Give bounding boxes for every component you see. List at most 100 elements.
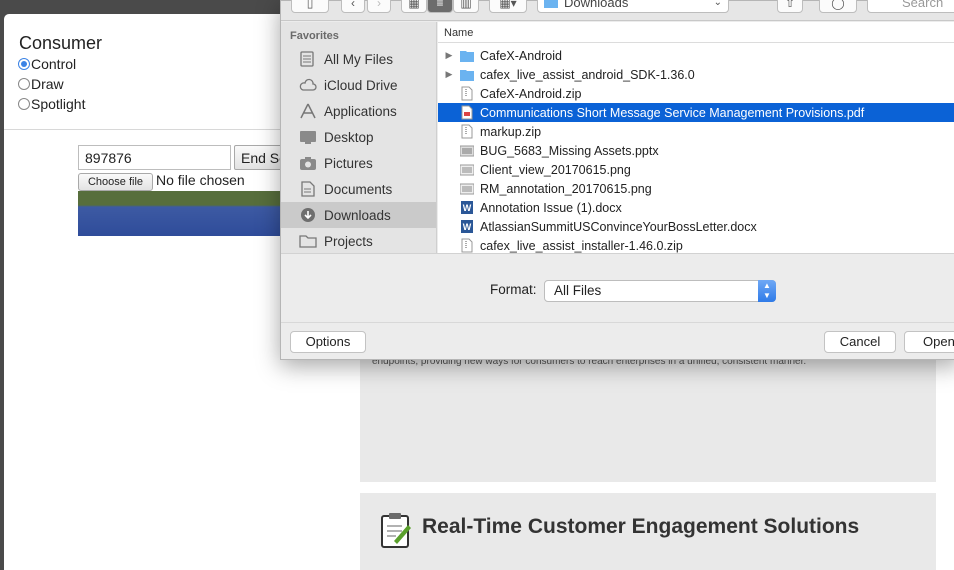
format-select[interactable]: All Files ▲ ▼: [544, 280, 776, 302]
screen: Consumer Control Draw Spotlight 897876 E…: [0, 0, 954, 570]
columns-icon: ▥: [460, 0, 472, 10]
back-button[interactable]: ‹: [341, 0, 365, 13]
sidebar-item-downloads[interactable]: Downloads: [281, 202, 436, 228]
file-row[interactable]: Client_view_20170615.png: [438, 160, 954, 179]
file-row[interactable]: ▶ CafeX-Android: [438, 46, 954, 65]
open-button[interactable]: Open: [904, 331, 954, 353]
open-file-dialog: ▯ ‹ › ▦ ≡ ▥ ▦▾ Downloads ⌄ ⇧ ◯ Search Fa…: [280, 0, 954, 360]
svg-text:W: W: [463, 222, 472, 232]
sidebar-item-label: Projects: [324, 233, 373, 249]
sidebar-toggle-icon: ▯: [306, 0, 314, 10]
location-select[interactable]: Downloads ⌄: [537, 0, 729, 13]
file-name: Annotation Issue (1).docx: [480, 200, 622, 215]
documents-icon: [301, 181, 315, 197]
chevron-right-icon: ›: [377, 0, 381, 10]
folder-file-icon: [460, 51, 474, 62]
disclosure-triangle-icon[interactable]: ▶: [438, 69, 460, 80]
cancel-button[interactable]: Cancel: [824, 331, 896, 353]
camera-icon: [300, 157, 316, 170]
sidebar-item-label: Applications: [324, 103, 397, 119]
zip-file-icon: [461, 124, 473, 139]
mode-spotlight-radio[interactable]: Spotlight: [18, 96, 85, 112]
radio-control[interactable]: [18, 58, 30, 70]
tags-button[interactable]: ◯: [819, 0, 857, 13]
file-name: AtlassianSummitUSConvinceYourBossLetter.…: [480, 219, 757, 234]
no-file-label: No file chosen: [156, 172, 245, 188]
file-name: BUG_5683_Missing Assets.pptx: [480, 143, 659, 158]
file-row[interactable]: BUG_5683_Missing Assets.pptx: [438, 141, 954, 160]
file-row[interactable]: cafex_live_assist_installer-1.46.0.zip: [438, 236, 954, 253]
file-row[interactable]: ▶ cafex_live_assist_android_SDK-1.36.0: [438, 65, 954, 84]
desktop-icon: [300, 131, 316, 144]
chevron-down-icon: ⌄: [713, 0, 722, 8]
share-icon: ⇧: [784, 0, 796, 10]
file-row[interactable]: Communications Short Message Service Man…: [438, 103, 954, 122]
mode-draw-radio[interactable]: Draw: [18, 76, 64, 92]
applications-icon: [300, 103, 316, 119]
file-row[interactable]: CafeX-Android.zip: [438, 84, 954, 103]
forward-button[interactable]: ›: [367, 0, 391, 13]
sidebar-item-desktop[interactable]: Desktop: [281, 124, 436, 150]
options-button[interactable]: Options: [290, 331, 366, 353]
sidebar-item-documents[interactable]: Documents: [281, 176, 436, 202]
file-name: cafex_live_assist_installer-1.46.0.zip: [480, 238, 683, 253]
search-input[interactable]: Search: [867, 0, 954, 13]
session-id-input[interactable]: 897876: [78, 145, 231, 170]
choose-file-button[interactable]: Choose file: [78, 173, 153, 191]
chevron-updown-icon[interactable]: ▲ ▼: [758, 280, 776, 302]
folder-icon: [544, 0, 558, 8]
video-preview: [78, 191, 283, 236]
disclosure-triangle-icon[interactable]: ▶: [438, 50, 460, 61]
format-value: All Files: [554, 283, 602, 298]
sidebar-toggle-button[interactable]: ▯: [291, 0, 329, 13]
sidebar-item-label: Documents: [324, 181, 393, 197]
column-view-button[interactable]: ▥: [453, 0, 479, 13]
file-row[interactable]: RM_annotation_20170615.png: [438, 179, 954, 198]
sidebar-item-label: Desktop: [324, 129, 374, 145]
file-row[interactable]: W Annotation Issue (1).docx: [438, 198, 954, 217]
arrange-button[interactable]: ▦▾: [489, 0, 527, 13]
consumer-title: Consumer: [19, 33, 103, 53]
sidebar-item-icloud-drive[interactable]: iCloud Drive: [281, 72, 436, 98]
favorites-heading: Favorites: [290, 30, 339, 42]
file-name: RM_annotation_20170615.png: [480, 181, 652, 196]
all-files-icon: [300, 51, 314, 67]
dialog-sidebar: Favorites All My Files iCloud Drive Applic…: [281, 22, 437, 253]
solutions-section: Real-Time Customer Engagement Solutions: [360, 493, 936, 570]
mode-spotlight-label: Spotlight: [31, 96, 86, 112]
sidebar-item-label: Downloads: [324, 207, 391, 223]
mode-draw-label: Draw: [31, 76, 64, 92]
zip-file-icon: [461, 86, 473, 101]
radio-spotlight[interactable]: [18, 98, 30, 110]
file-name: Communications Short Message Service Man…: [480, 105, 865, 120]
share-button[interactable]: ⇧: [777, 0, 803, 13]
grid-icon: ▦: [408, 0, 420, 10]
sidebar-item-pictures[interactable]: Pictures: [281, 150, 436, 176]
list-view-button[interactable]: ≡: [427, 0, 453, 13]
mode-control-radio[interactable]: Control: [18, 56, 76, 72]
file-name: CafeX-Android.zip: [480, 86, 582, 101]
name-column-header[interactable]: Name: [438, 22, 954, 43]
file-name: Client_view_20170615.png: [480, 162, 631, 177]
docx-file-icon: W: [461, 220, 473, 233]
pptx-file-icon: [460, 145, 474, 157]
png-file-icon: [460, 164, 474, 176]
sidebar-item-all-my-files[interactable]: All My Files: [281, 46, 436, 72]
tag-icon: ◯: [831, 0, 845, 10]
png-file-icon: [460, 183, 474, 195]
list-icon: ≡: [436, 0, 444, 10]
docx-file-icon: W: [461, 201, 473, 214]
file-row[interactable]: W AtlassianSummitUSConvinceYourBossLetter…: [438, 217, 954, 236]
location-label: Downloads: [564, 0, 629, 10]
radio-draw[interactable]: [18, 78, 30, 90]
download-icon: [301, 208, 315, 222]
file-row[interactable]: markup.zip: [438, 122, 954, 141]
cloud-icon: [299, 78, 317, 91]
sidebar-item-projects[interactable]: Projects: [281, 228, 436, 254]
folder-file-icon: [460, 70, 474, 81]
svg-text:W: W: [463, 203, 472, 213]
sidebar-item-label: Pictures: [324, 155, 373, 171]
icon-view-button[interactable]: ▦: [401, 0, 427, 13]
format-label: Format:: [490, 282, 537, 297]
sidebar-item-applications[interactable]: Applications: [281, 98, 436, 124]
